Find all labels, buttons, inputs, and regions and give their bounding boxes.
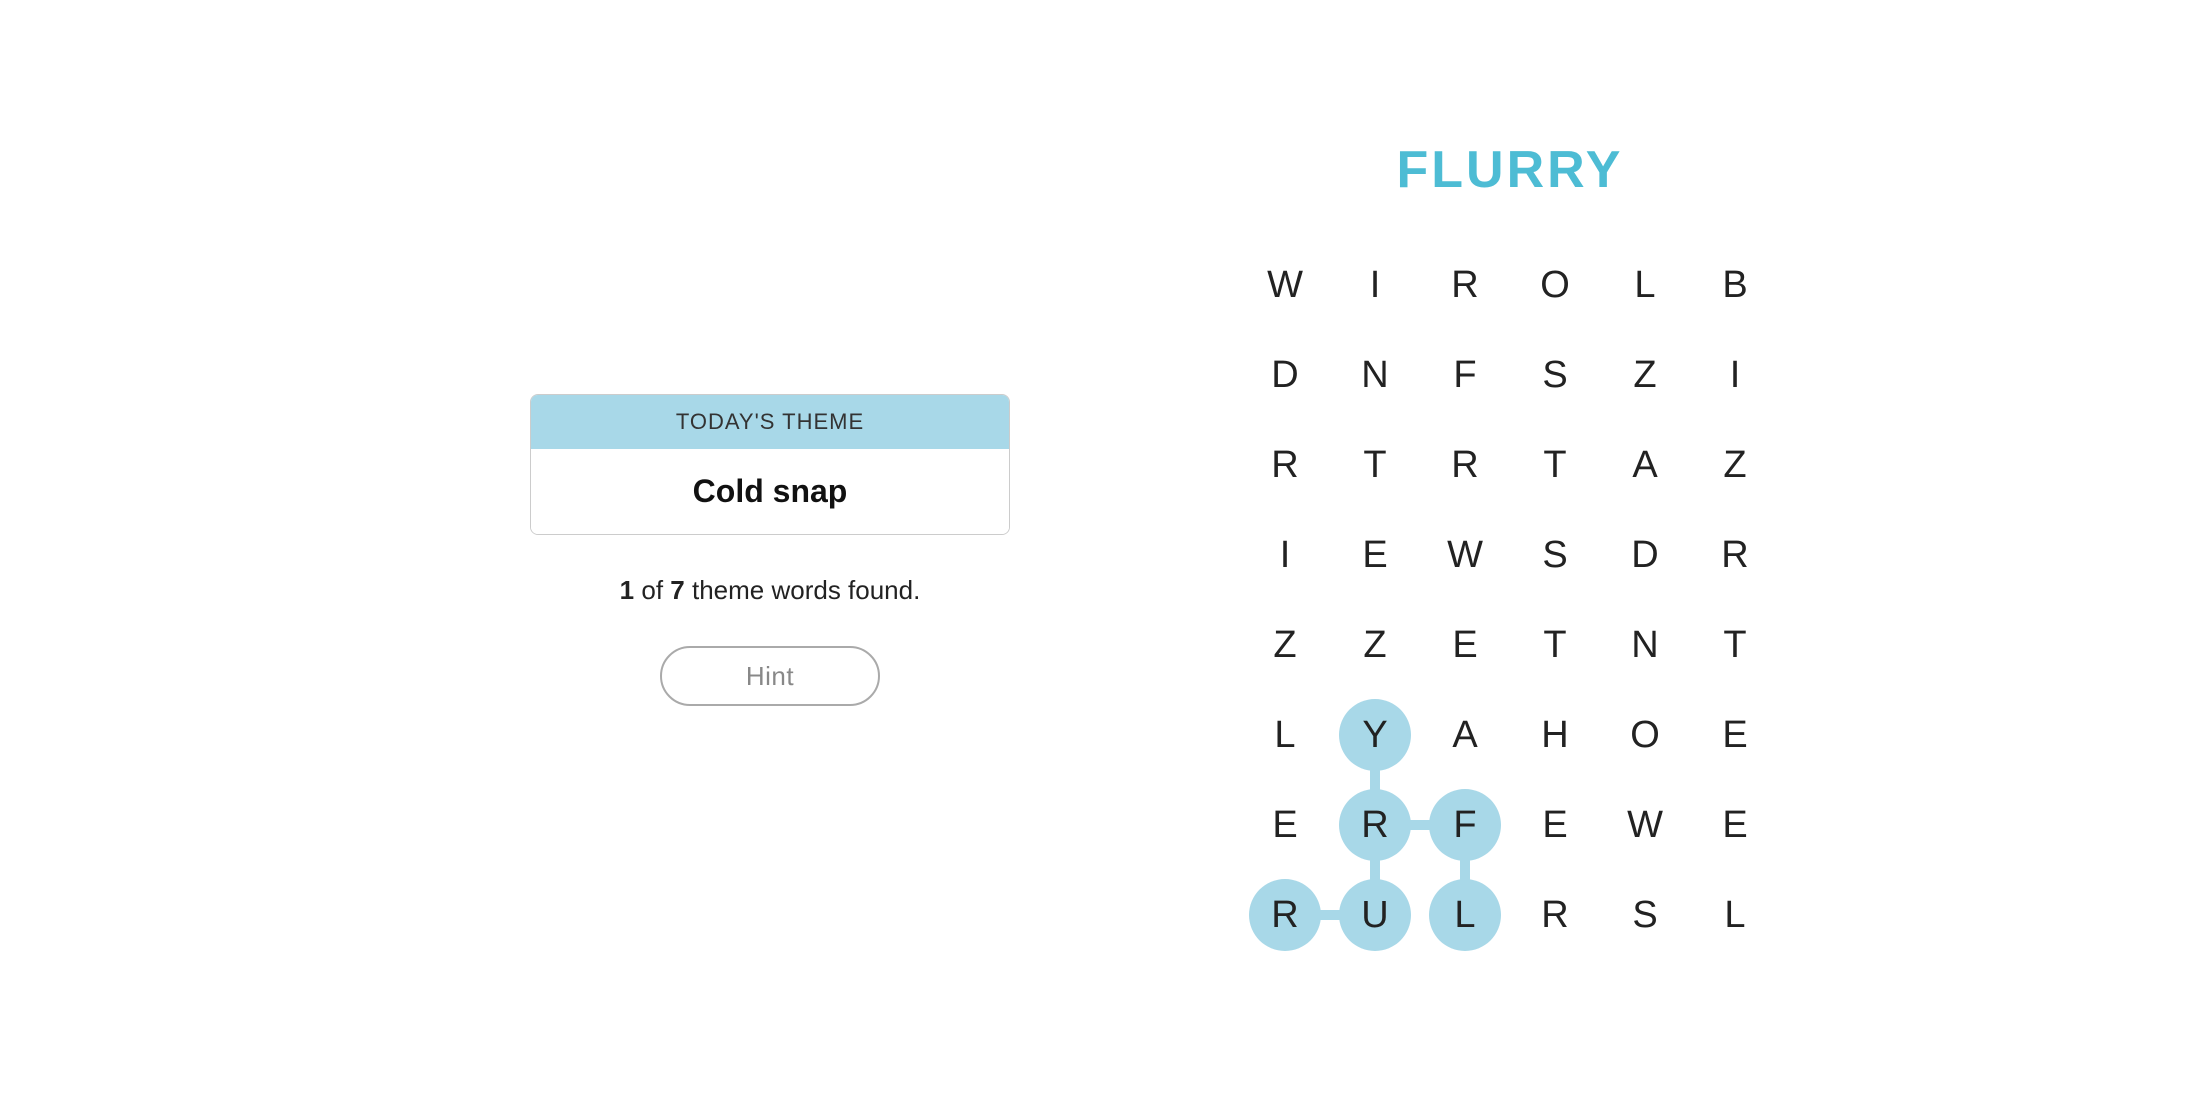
grid-cell[interactable]: W bbox=[1240, 240, 1330, 330]
highlighted-cell: R bbox=[1249, 879, 1321, 951]
grid-cell[interactable]: R bbox=[1420, 240, 1510, 330]
grid-cell[interactable]: R bbox=[1510, 870, 1600, 960]
grid-cell[interactable]: E bbox=[1330, 510, 1420, 600]
grid-cell[interactable]: F bbox=[1420, 330, 1510, 420]
grid-cell[interactable]: R bbox=[1690, 510, 1780, 600]
grid-cell[interactable]: L bbox=[1600, 240, 1690, 330]
grid-cell[interactable]: Z bbox=[1690, 420, 1780, 510]
grid-cell[interactable]: E bbox=[1690, 690, 1780, 780]
found-count: 1 bbox=[620, 575, 634, 605]
grid-cell[interactable]: E bbox=[1690, 780, 1780, 870]
grid-cell[interactable]: W bbox=[1420, 510, 1510, 600]
right-panel: FLURRY WIROLBDNFSZIRTRTAZIEWSDRZZETNTLYA… bbox=[1240, 140, 1780, 960]
theme-card: TODAY'S THEME Cold snap bbox=[530, 394, 1010, 535]
grid-cell[interactable]: B bbox=[1690, 240, 1780, 330]
grid-cell[interactable]: E bbox=[1420, 600, 1510, 690]
grid-cell[interactable]: S bbox=[1510, 330, 1600, 420]
theme-word: Cold snap bbox=[693, 473, 848, 509]
grid-cell[interactable]: R bbox=[1240, 420, 1330, 510]
grid-cell[interactable]: F bbox=[1420, 780, 1510, 870]
grid-cell[interactable]: E bbox=[1240, 780, 1330, 870]
grid-cell[interactable]: L bbox=[1240, 690, 1330, 780]
grid-cell[interactable]: I bbox=[1690, 330, 1780, 420]
grid-cell[interactable]: Z bbox=[1240, 600, 1330, 690]
grid-cell[interactable]: R bbox=[1240, 870, 1330, 960]
grid-cell[interactable]: D bbox=[1600, 510, 1690, 600]
grid-cell[interactable]: A bbox=[1600, 420, 1690, 510]
left-panel: TODAY'S THEME Cold snap 1 of 7 theme wor… bbox=[420, 394, 1120, 706]
grid-cell[interactable]: N bbox=[1330, 330, 1420, 420]
grid-cell[interactable]: T bbox=[1510, 600, 1600, 690]
grid-cell[interactable]: T bbox=[1330, 420, 1420, 510]
grid-cell[interactable]: I bbox=[1330, 240, 1420, 330]
grid-cell[interactable]: L bbox=[1690, 870, 1780, 960]
grid-cell[interactable]: S bbox=[1600, 870, 1690, 960]
grid-cell[interactable]: D bbox=[1240, 330, 1330, 420]
highlighted-cell: Y bbox=[1339, 699, 1411, 771]
hint-button[interactable]: Hint bbox=[660, 646, 880, 706]
theme-card-body: Cold snap bbox=[531, 449, 1009, 534]
grid-cell[interactable]: H bbox=[1510, 690, 1600, 780]
grid-cell[interactable]: T bbox=[1690, 600, 1780, 690]
grid-cell[interactable]: O bbox=[1510, 240, 1600, 330]
theme-label: TODAY'S THEME bbox=[676, 409, 864, 434]
grid-cell[interactable]: R bbox=[1330, 780, 1420, 870]
grid-cell[interactable]: A bbox=[1420, 690, 1510, 780]
highlighted-cell: R bbox=[1339, 789, 1411, 861]
highlighted-cell: L bbox=[1429, 879, 1501, 951]
grid-cell[interactable]: T bbox=[1510, 420, 1600, 510]
grid-container: WIROLBDNFSZIRTRTAZIEWSDRZZETNTLYAHOEERFE… bbox=[1240, 240, 1780, 960]
progress-text: 1 of 7 theme words found. bbox=[620, 575, 921, 606]
grid-cell[interactable]: Z bbox=[1330, 600, 1420, 690]
grid-cell[interactable]: L bbox=[1420, 870, 1510, 960]
grid-cell[interactable]: Y bbox=[1330, 690, 1420, 780]
game-title: FLURRY bbox=[1397, 140, 1624, 200]
grid-cell[interactable]: Z bbox=[1600, 330, 1690, 420]
grid-cell[interactable]: W bbox=[1600, 780, 1690, 870]
highlighted-cell: U bbox=[1339, 879, 1411, 951]
grid-cell[interactable]: U bbox=[1330, 870, 1420, 960]
grid-cell[interactable]: O bbox=[1600, 690, 1690, 780]
main-container: TODAY'S THEME Cold snap 1 of 7 theme wor… bbox=[0, 0, 2200, 1100]
grid-cell[interactable]: S bbox=[1510, 510, 1600, 600]
grid-cell[interactable]: E bbox=[1510, 780, 1600, 870]
grid-cell[interactable]: R bbox=[1420, 420, 1510, 510]
total-count: 7 bbox=[670, 575, 684, 605]
theme-card-header: TODAY'S THEME bbox=[531, 395, 1009, 449]
grid-cell[interactable]: N bbox=[1600, 600, 1690, 690]
highlighted-cell: F bbox=[1429, 789, 1501, 861]
grid-cell[interactable]: I bbox=[1240, 510, 1330, 600]
